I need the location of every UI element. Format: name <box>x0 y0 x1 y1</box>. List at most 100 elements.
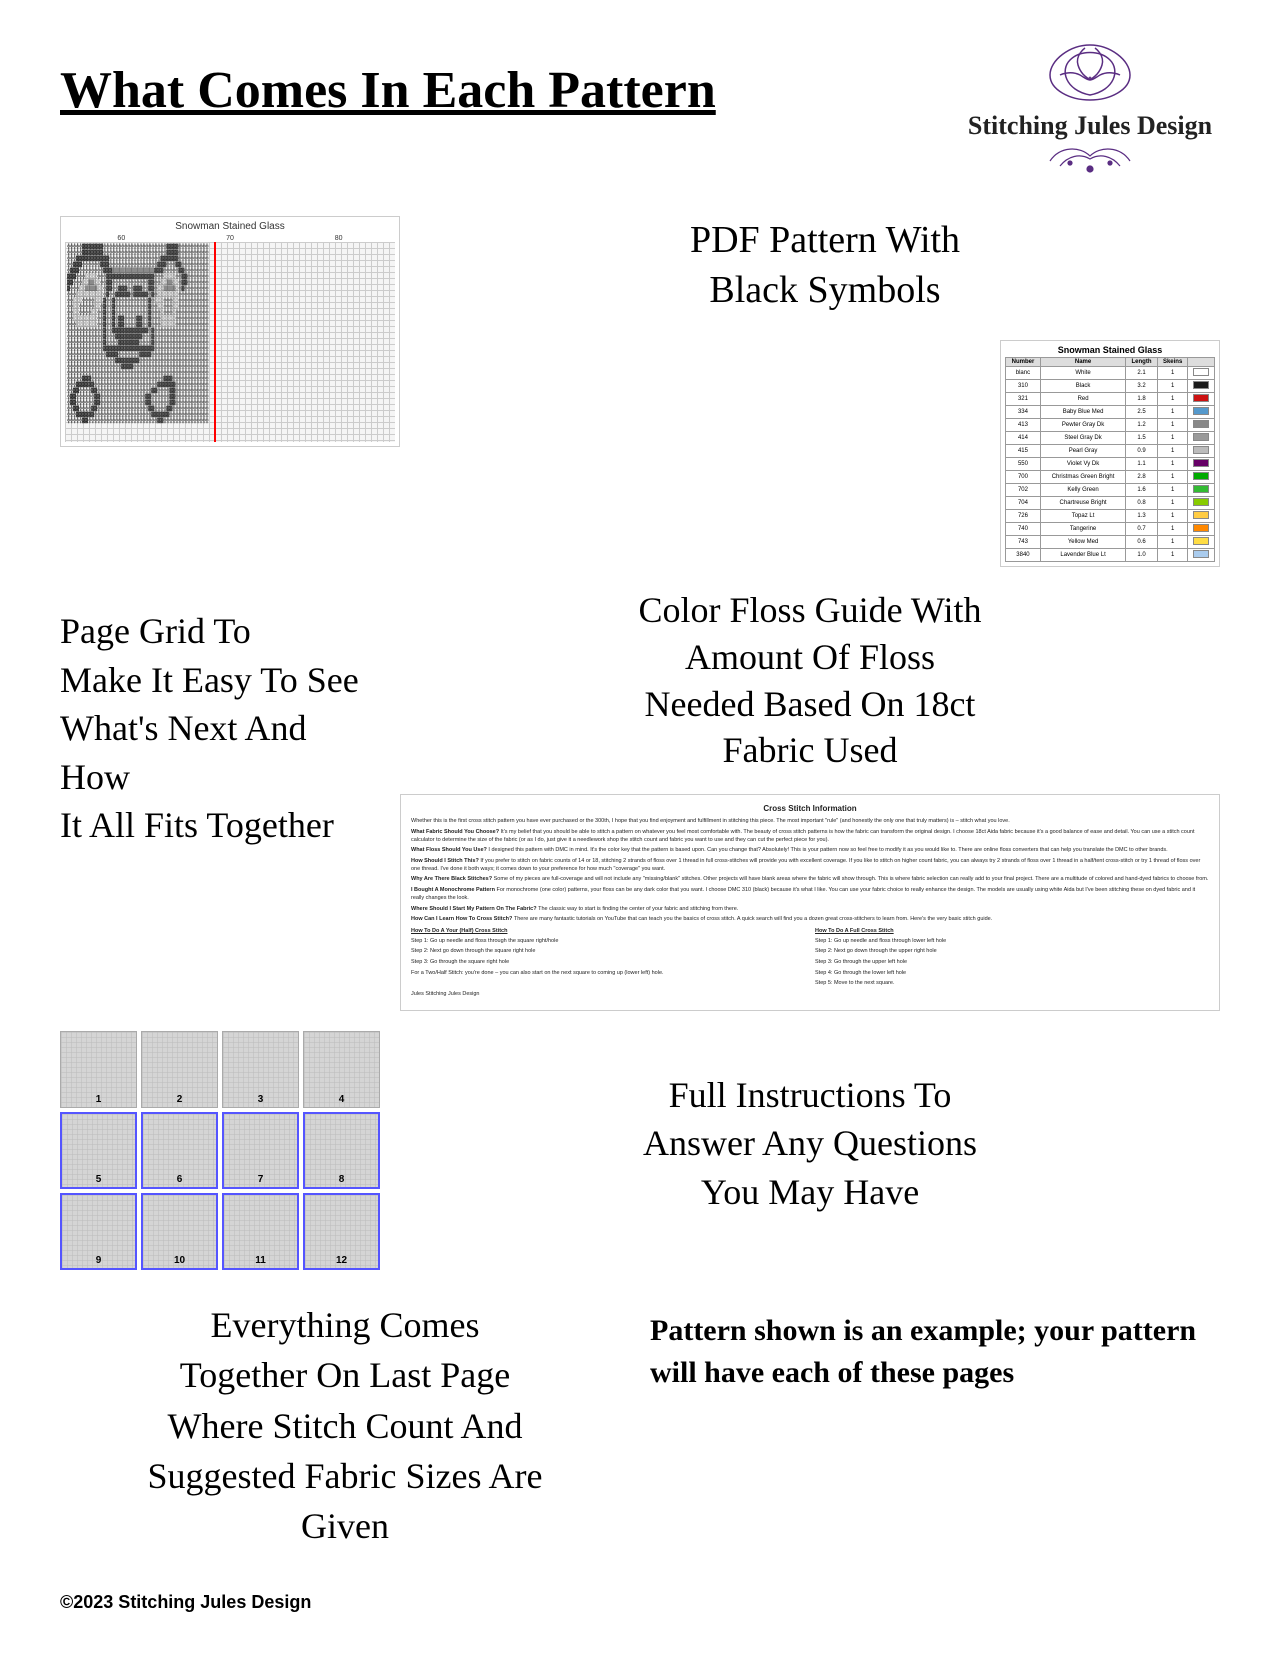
thumbnail-cell: 6 <box>141 1112 218 1189</box>
thumbnail-cell: 10 <box>141 1193 218 1270</box>
grid-label-60: 60 <box>117 235 125 242</box>
col1-step: Step 2: Next go down through the square … <box>411 948 805 956</box>
floss-row: 700 Christmas Green Bright 2.8 1 <box>1006 470 1215 483</box>
stitch-count-text: Everything Comes Together On Last Page W… <box>148 1305 543 1547</box>
thumbnail-cell: 5 <box>60 1112 137 1189</box>
floss-color-swatch <box>1188 496 1215 509</box>
floss-row: 413 Pewter Gray Dk 1.2 1 <box>1006 418 1215 431</box>
para-subtitle: What Floss Should You Use? <box>411 847 488 853</box>
floss-length: 0.8 <box>1126 496 1158 509</box>
col-name: Name <box>1040 357 1125 366</box>
floss-row: blanc White 2.1 1 <box>1006 366 1215 379</box>
thumbnail-number: 8 <box>339 1174 345 1185</box>
thumbnail-number: 5 <box>96 1174 102 1185</box>
thumbnail-number: 9 <box>96 1255 102 1266</box>
thumbnail-number: 10 <box>174 1255 185 1266</box>
col1-step: For a Two/Half Stitch: you're done – you… <box>411 970 805 978</box>
floss-name: Violet Vy Dk <box>1040 457 1125 470</box>
grid-label-80: 80 <box>335 235 343 242</box>
floss-name: Kelly Green <box>1040 483 1125 496</box>
stitch-count-label: Everything Comes Together On Last Page W… <box>60 1300 630 1552</box>
floss-skeins: 1 <box>1157 483 1188 496</box>
floss-number: 743 <box>1006 535 1041 548</box>
thumbnail-number: 12 <box>336 1255 347 1266</box>
floss-name: Pewter Gray Dk <box>1040 418 1125 431</box>
pattern-preview: Snowman Stained Glass 60 70 80 ╬╬╬╬╬▓▓▓▓… <box>60 216 400 447</box>
floss-row: 321 Red 1.8 1 <box>1006 392 1215 405</box>
floss-color-swatch <box>1188 431 1215 444</box>
floss-number: 700 <box>1006 470 1041 483</box>
section2: Page Grid To Make It Easy To See What's … <box>60 587 1220 1011</box>
floss-number: 310 <box>1006 379 1041 392</box>
page: What Comes In Each Pattern ✦ Stitching J… <box>0 0 1280 1657</box>
floss-name: Yellow Med <box>1040 535 1125 548</box>
floss-name: Black <box>1040 379 1125 392</box>
col-number: Number <box>1006 357 1041 366</box>
floss-color-swatch <box>1188 392 1215 405</box>
floss-name: Steel Gray Dk <box>1040 431 1125 444</box>
info-paragraph: Why Are There Black Stitches? Some of my… <box>411 876 1209 884</box>
info-paragraph: What Fabric Should You Choose? It's my b… <box>411 829 1209 844</box>
section4: Everything Comes Together On Last Page W… <box>60 1300 1220 1552</box>
col2-title: How To Do A Full Cross Stitch <box>815 928 1209 936</box>
floss-color-swatch <box>1188 418 1215 431</box>
floss-length: 1.3 <box>1126 509 1158 522</box>
floss-color-swatch <box>1188 548 1215 561</box>
para-subtitle: I Bought A Monochrome Pattern <box>411 887 496 893</box>
thumbnail-cell: 8 <box>303 1112 380 1189</box>
floss-color-swatch <box>1188 405 1215 418</box>
para-text: It's my belief that you should be able t… <box>411 829 1195 843</box>
floss-length: 0.9 <box>1126 444 1158 457</box>
floss-skeins: 1 <box>1157 548 1188 561</box>
right-col-1: PDF Pattern With Black Symbols Snowman S… <box>430 206 1220 567</box>
page-grid-label: Page Grid To Make It Easy To See What's … <box>60 607 380 850</box>
floss-row: 702 Kelly Green 1.6 1 <box>1006 483 1215 496</box>
section3: 1 2 3 4 5 6 7 8 9 10 11 12 Full Instruct… <box>60 1031 1220 1270</box>
floss-name: Pearl Gray <box>1040 444 1125 457</box>
floss-number: 550 <box>1006 457 1041 470</box>
header: What Comes In Each Pattern ✦ Stitching J… <box>60 40 1220 176</box>
thumbnail-number: 2 <box>177 1094 183 1105</box>
para-text: I designed this pattern with DMC in mind… <box>488 847 1167 853</box>
thumbnail-cell: 3 <box>222 1031 299 1108</box>
info-paragraph: Jules Stitching Jules Design <box>411 991 1209 999</box>
floss-name: Chartreuse Bright <box>1040 496 1125 509</box>
floss-number: 334 <box>1006 405 1041 418</box>
pattern-note: Pattern shown is an example; your patter… <box>650 1300 1220 1394</box>
para-text: Whether this is the first cross stitch p… <box>411 818 1010 824</box>
col2-step: Step 1: Go up needle and floss through l… <box>815 938 1209 946</box>
floss-color-swatch <box>1188 470 1215 483</box>
floss-length: 1.2 <box>1126 418 1158 431</box>
bottom-flourish-icon <box>1030 141 1150 176</box>
floss-row: 740 Tangerine 0.7 1 <box>1006 522 1215 535</box>
chart-grid: ╬╬╬╬╬▓▓▓▓▓▓▓╬╬╬╬╬╬╬╬╬╬╬╬╬╬╬╬╬╬╬╬╬▓▓▓▓╬╬╬… <box>65 242 395 442</box>
floss-number: 704 <box>1006 496 1041 509</box>
info-paragraph: Whether this is the first cross stitch p… <box>411 818 1209 826</box>
floss-number: 702 <box>1006 483 1041 496</box>
floss-length: 1.1 <box>1126 457 1158 470</box>
floss-name: Baby Blue Med <box>1040 405 1125 418</box>
floss-row: 726 Topaz Lt 1.3 1 <box>1006 509 1215 522</box>
floss-skeins: 1 <box>1157 496 1188 509</box>
floss-number: 414 <box>1006 431 1041 444</box>
floss-row: 704 Chartreuse Bright 0.8 1 <box>1006 496 1215 509</box>
grid-label-70: 70 <box>226 235 234 242</box>
floss-name: Topaz Lt <box>1040 509 1125 522</box>
floss-length: 2.8 <box>1126 470 1158 483</box>
info-paragraph: I Bought A Monochrome Pattern For monoch… <box>411 887 1209 902</box>
grid-thumbnails: 1 2 3 4 5 6 7 8 9 10 11 12 <box>60 1031 380 1270</box>
thumbnail-number: 1 <box>96 1094 102 1105</box>
col2-step: Step 4: Go through the lower left hole <box>815 970 1209 978</box>
para-text: The classic way to start is finding the … <box>538 906 738 912</box>
info-doc-thumbnail: Cross Stitch Information Whether this is… <box>400 794 1220 1011</box>
floss-skeins: 1 <box>1157 522 1188 535</box>
floss-skeins: 1 <box>1157 379 1188 392</box>
thumbnail-cell: 4 <box>303 1031 380 1108</box>
info-paragraph: How Should I Stitch This? If you prefer … <box>411 858 1209 873</box>
thumbnail-grid: 1 2 3 4 5 6 7 8 9 10 11 12 <box>60 1031 380 1270</box>
page-title: What Comes In Each Pattern <box>60 60 716 122</box>
floss-length: 2.5 <box>1126 405 1158 418</box>
floss-length: 1.8 <box>1126 392 1158 405</box>
right-col-2: Color Floss Guide With Amount Of Floss N… <box>400 587 1220 1011</box>
info-paragraph: Where Should I Start My Pattern On The F… <box>411 906 1209 914</box>
